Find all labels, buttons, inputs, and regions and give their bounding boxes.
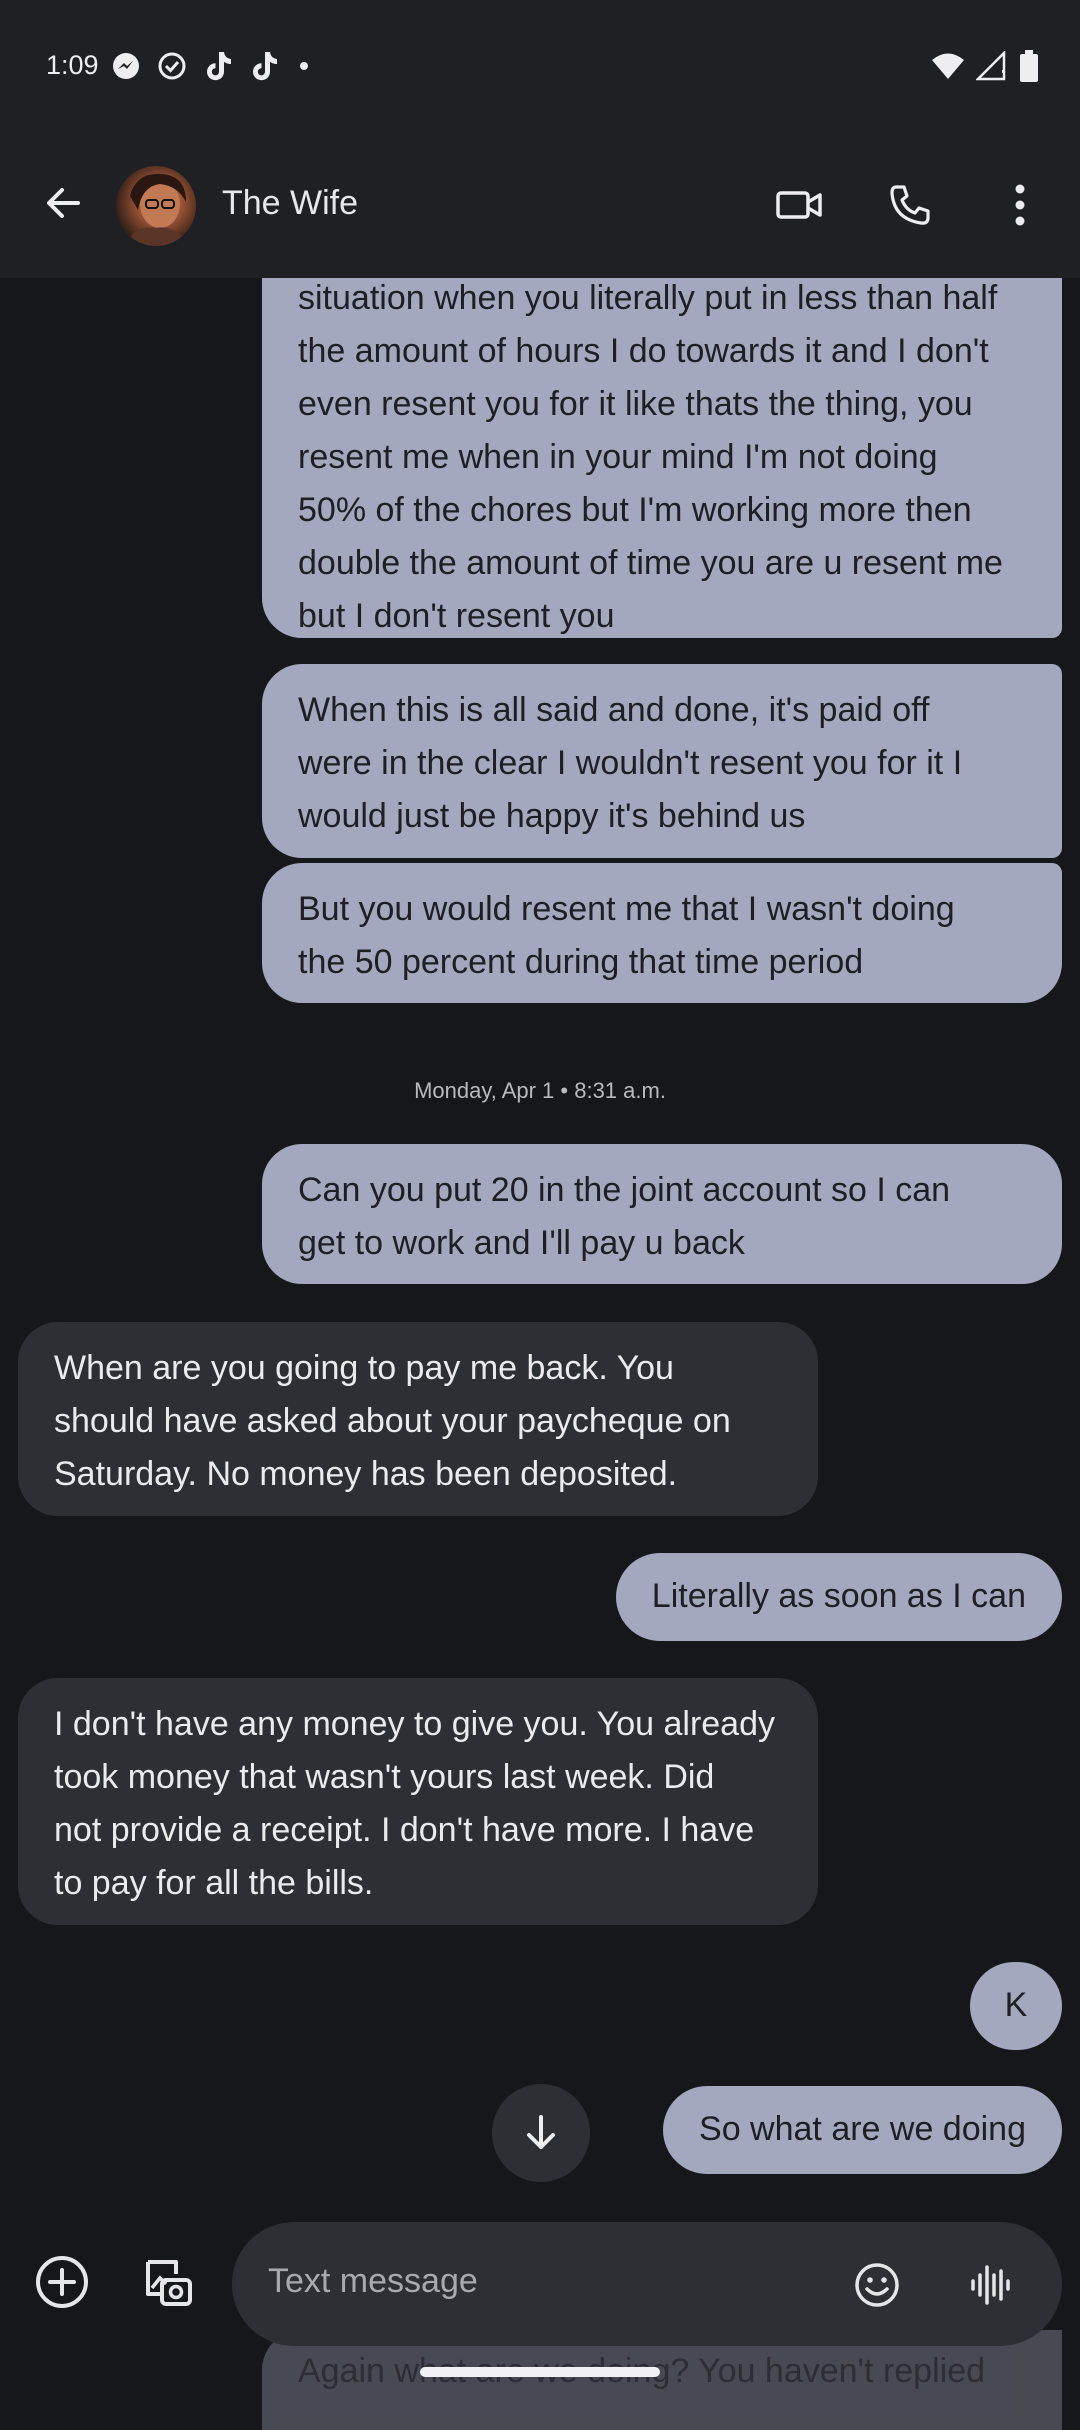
signal-icon bbox=[974, 49, 1008, 86]
tiktok-icon bbox=[202, 49, 234, 88]
home-indicator[interactable] bbox=[420, 2367, 660, 2377]
conversation-header: The Wife bbox=[0, 140, 1080, 278]
outgoing-message[interactable]: So what are we doing bbox=[663, 2086, 1062, 2174]
status-time: 1:09 bbox=[46, 50, 99, 80]
check-circle-icon bbox=[156, 50, 188, 87]
outgoing-message[interactable]: situation when you literally put in less… bbox=[262, 278, 1062, 638]
notification-icons bbox=[110, 50, 314, 86]
emoji-icon bbox=[855, 2263, 899, 2307]
video-call-button[interactable] bbox=[760, 170, 840, 240]
scroll-to-bottom-button[interactable] bbox=[492, 2084, 590, 2182]
video-call-icon bbox=[776, 191, 822, 219]
tiktok-icon bbox=[248, 49, 280, 88]
back-button[interactable] bbox=[36, 176, 90, 230]
header-actions bbox=[760, 170, 1060, 240]
status-bar: 1:09 bbox=[0, 0, 1080, 140]
dot-icon bbox=[294, 56, 314, 81]
outgoing-message[interactable]: Literally as soon as I can bbox=[615, 1553, 1062, 1641]
messenger-icon bbox=[110, 50, 142, 87]
outgoing-message[interactable]: K bbox=[970, 1962, 1062, 2050]
incoming-message[interactable]: I don't have any money to give you. You … bbox=[18, 1678, 818, 1925]
outgoing-message[interactable]: When this is all said and done, it's pai… bbox=[262, 664, 1062, 858]
message-input-placeholder: Text message bbox=[268, 2262, 478, 2300]
phone-call-button[interactable] bbox=[870, 170, 950, 240]
contact-avatar[interactable] bbox=[116, 166, 196, 246]
message-thread[interactable]: situation when you literally put in less… bbox=[0, 278, 1080, 2210]
system-icons bbox=[930, 49, 1040, 88]
voice-message-button[interactable] bbox=[956, 2250, 1026, 2320]
arrow-down-icon bbox=[527, 2115, 555, 2149]
more-vert-icon bbox=[1015, 184, 1025, 226]
compose-bar: Again what are we doing? You haven't rep… bbox=[0, 2210, 1080, 2430]
arrow-left-icon bbox=[47, 188, 80, 218]
gallery-icon bbox=[146, 2260, 192, 2306]
voice-icon bbox=[971, 2265, 1010, 2305]
attach-button[interactable] bbox=[26, 2246, 98, 2318]
wifi-icon bbox=[930, 51, 966, 86]
more-options-button[interactable] bbox=[980, 170, 1060, 240]
phone-icon bbox=[890, 185, 930, 225]
add-circle-icon bbox=[36, 2256, 88, 2308]
message-timestamp: Monday, Apr 1 • 8:31 a.m. bbox=[414, 1078, 666, 1103]
outgoing-message[interactable]: Can you put 20 in the joint account so I… bbox=[262, 1144, 1062, 1284]
emoji-button[interactable] bbox=[842, 2250, 912, 2320]
battery-icon bbox=[1018, 49, 1040, 88]
outgoing-message[interactable]: But you would resent me that I wasn't do… bbox=[262, 863, 1062, 1003]
gallery-button[interactable] bbox=[132, 2246, 204, 2318]
message-input[interactable]: Text message bbox=[232, 2222, 1062, 2346]
contact-name[interactable]: The Wife bbox=[222, 184, 358, 223]
incoming-message[interactable]: When are you going to pay me back. You s… bbox=[18, 1322, 818, 1516]
